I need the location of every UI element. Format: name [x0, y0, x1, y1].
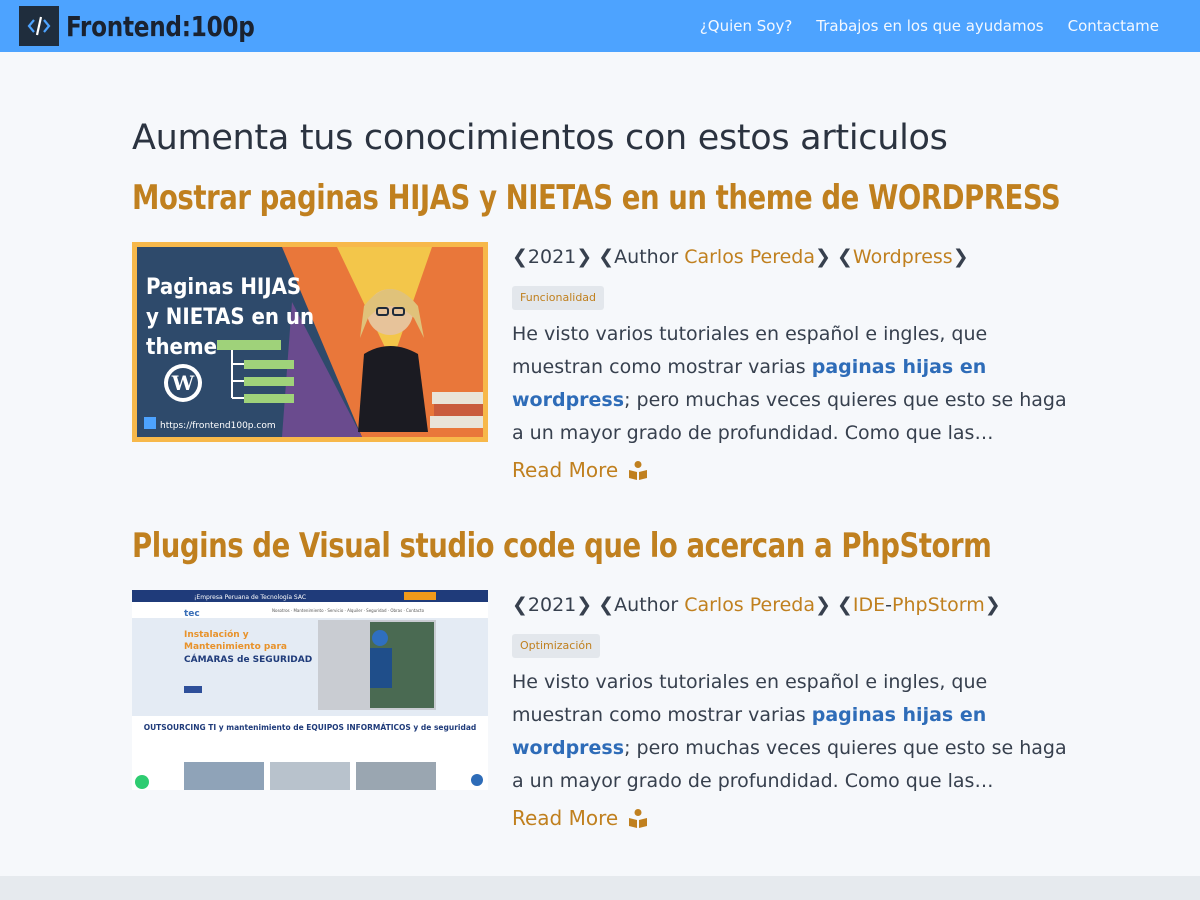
nav-link-quien-soy[interactable]: ¿Quien Soy?	[700, 17, 792, 35]
bracket-left-icon: ❮	[836, 246, 853, 268]
read-more-link[interactable]: Read More	[512, 458, 648, 482]
post-tag[interactable]: Optimización	[512, 634, 601, 658]
category-link[interactable]: PhpStorm	[892, 594, 985, 616]
author-prefix: Author	[614, 246, 679, 268]
thumb-hero-line2: Mantenimiento para	[184, 642, 287, 652]
nav-link-trabajos[interactable]: Trabajos en los que ayudamos	[816, 17, 1043, 35]
bracket-left-icon: ❮	[836, 594, 853, 616]
bracket-left-icon: ❮	[512, 246, 528, 268]
post-meta: ❮2021❯ ❮Author Carlos Pereda❯ ❮Wordpress…	[512, 246, 969, 268]
code-icon	[19, 6, 59, 46]
bracket-right-icon: ❯	[815, 246, 831, 268]
read-more-link[interactable]: Read More	[512, 806, 648, 830]
menu-icon	[471, 774, 483, 786]
author-link[interactable]: Carlos Pereda	[684, 246, 815, 268]
thumb-hero-line1: Instalación y	[184, 629, 249, 640]
thumb-topbar-text: ¡Empresa Peruana de Tecnología SAC	[194, 594, 306, 601]
bracket-right-icon: ❯	[984, 594, 1001, 616]
site-name: Frontend:100p	[66, 9, 255, 43]
category-link[interactable]: IDE	[853, 594, 885, 616]
site-logo[interactable]: Frontend:100p	[19, 6, 271, 46]
post-excerpt: He visto varios tutoriales en español e …	[512, 666, 1072, 798]
post-tag[interactable]: Funcionalidad	[512, 286, 605, 310]
thumbnail-text-line2: y NIETAS en un	[146, 305, 314, 330]
read-more-label: Read More	[512, 458, 619, 482]
bracket-right-icon: ❯	[576, 246, 593, 268]
whatsapp-icon	[135, 775, 149, 789]
page-title: Aumenta tus conocimientos con estos arti…	[132, 118, 948, 158]
post-thumbnail[interactable]: ¡Empresa Peruana de Tecnología SAC tec N…	[132, 590, 488, 790]
bracket-left-icon: ❮	[512, 594, 528, 616]
post-title[interactable]: Mostrar paginas HIJAS y NIETAS en un the…	[132, 178, 1061, 218]
post-title[interactable]: Plugins de Visual studio code que lo ace…	[132, 526, 992, 566]
category-link[interactable]: Wordpress	[853, 246, 953, 268]
bracket-left-icon: ❮	[598, 594, 615, 616]
thumb-brand-text: tec	[184, 609, 200, 619]
nav-link-contactame[interactable]: Contactame	[1068, 17, 1159, 35]
author-link[interactable]: Carlos Pereda	[684, 594, 815, 616]
read-more-label: Read More	[512, 806, 619, 830]
wordpress-icon: W	[171, 371, 195, 395]
book-reader-icon	[629, 809, 648, 828]
bracket-right-icon: ❯	[576, 594, 593, 616]
thumbnail-text-line1: Paginas HIJAS	[146, 275, 301, 300]
main-nav: ¿Quien Soy? Trabajos en los que ayudamos…	[676, 0, 1159, 52]
bracket-right-icon: ❯	[952, 246, 969, 268]
bracket-right-icon: ❯	[815, 594, 831, 616]
post-year: 2021	[527, 246, 577, 268]
thumbnail-text-line3: theme	[146, 335, 217, 360]
bracket-left-icon: ❮	[598, 246, 615, 268]
footer-strip	[0, 876, 1200, 900]
thumbnail-url: https://frontend100p.com	[160, 421, 276, 431]
author-prefix: Author	[614, 594, 679, 616]
top-navbar: Frontend:100p ¿Quien Soy? Trabajos en lo…	[0, 0, 1200, 52]
thumb-hero-line3: CÁMARAS de SEGURIDAD	[184, 653, 312, 665]
book-reader-icon	[629, 461, 648, 480]
post-thumbnail[interactable]: Paginas HIJAS y NIETAS en un theme W htt…	[132, 242, 488, 442]
post-meta: ❮2021❯ ❮Author Carlos Pereda❯ ❮IDE-PhpSt…	[512, 594, 1001, 616]
svg-text:Nosotros · Mantenimiento · Ser: Nosotros · Mantenimiento · Servicio · Al…	[272, 608, 425, 613]
post-excerpt: He visto varios tutoriales en español e …	[512, 318, 1072, 450]
post-year: 2021	[527, 594, 577, 616]
thumb-section-title: OUTSOURCING TI y mantenimiento de EQUIPO…	[144, 723, 477, 732]
category-separator: -	[885, 594, 893, 616]
